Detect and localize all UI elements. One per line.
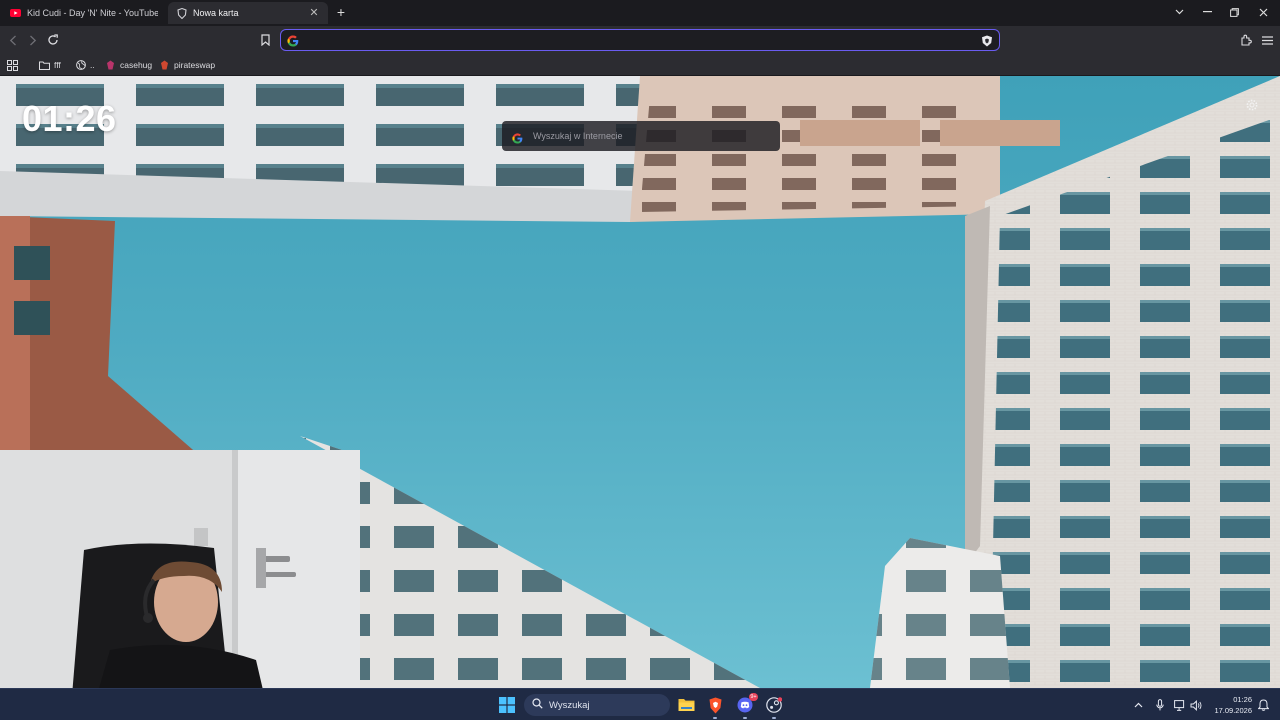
windows-start-icon[interactable] (498, 696, 516, 714)
bookmark-label: pirateswap (174, 60, 216, 70)
bookmarks-bar: fff .. casehug pirateswap (0, 54, 1280, 76)
notification-badge: 9+ (749, 693, 758, 701)
pirateswap-icon (159, 60, 170, 71)
brave-shield-icon (176, 7, 187, 19)
minimize-icon[interactable] (1200, 5, 1214, 19)
google-icon (512, 131, 523, 144)
bookmark-fff[interactable]: fff (39, 58, 61, 72)
brave-browser-icon[interactable] (706, 696, 724, 719)
tab-label: Nowa karta (193, 8, 239, 18)
apps-grid-icon[interactable] (7, 58, 18, 72)
bookmark-label: fff (54, 60, 61, 70)
address-bar[interactable] (280, 29, 1000, 51)
tab-new-tab[interactable]: Nowa karta ✕ (168, 2, 328, 24)
taskbar-search-input[interactable] (549, 699, 681, 711)
taskbar-date: 17.09.2026 (1214, 706, 1252, 715)
clock-widget: 01:26 (22, 98, 117, 139)
search-icon (532, 696, 543, 714)
menu-icon[interactable] (1259, 32, 1275, 48)
close-tab-icon[interactable]: ✕ (308, 7, 320, 19)
running-indicator (772, 717, 776, 719)
bookmark-label: casehug (120, 60, 153, 70)
search-widget[interactable] (502, 121, 780, 151)
casehug-icon (105, 60, 116, 71)
reload-icon[interactable] (45, 32, 61, 48)
tab-youtube[interactable]: Kid Cudi - Day 'N' Nite - YouTube (2, 2, 166, 24)
youtube-icon (10, 8, 21, 19)
tab-label: Kid Cudi - Day 'N' Nite - YouTube (27, 8, 158, 18)
new-tab-button[interactable]: + (334, 5, 348, 19)
webcam-overlay (0, 450, 360, 688)
web-search-input[interactable] (533, 131, 770, 141)
microphone-icon[interactable] (1153, 698, 1167, 712)
taskbar-clock[interactable]: 01:26 17.09.2026 (1206, 694, 1252, 716)
folder-icon (39, 60, 50, 71)
network-icon[interactable] (1173, 698, 1187, 712)
notifications-bell-icon[interactable] (1256, 698, 1270, 712)
gear-icon[interactable] (1246, 98, 1258, 111)
tab-search-chevron-icon[interactable] (1172, 5, 1186, 19)
bookmark-pirateswap[interactable]: pirateswap (159, 58, 215, 72)
bookmark-globe[interactable]: .. (75, 58, 95, 72)
discord-icon[interactable]: 9+ (736, 693, 758, 719)
close-window-icon[interactable] (1256, 5, 1270, 19)
steam-icon[interactable] (765, 696, 783, 719)
address-input[interactable] (305, 34, 981, 46)
chevron-up-icon[interactable] (1131, 698, 1145, 712)
running-indicator (713, 717, 717, 719)
running-indicator (743, 717, 747, 719)
google-icon (287, 34, 299, 47)
globe-icon (75, 60, 86, 71)
bookmark-label: .. (90, 60, 95, 70)
windows-taskbar: 9+ 01:26 17.09.2026 (0, 688, 1280, 720)
tab-strip: Kid Cudi - Day 'N' Nite - YouTube Nowa k… (0, 0, 1280, 26)
brave-shields-icon[interactable] (981, 34, 993, 47)
bookmark-casehug[interactable]: casehug (105, 58, 152, 72)
restore-icon[interactable] (1227, 5, 1241, 19)
taskbar-search[interactable] (524, 694, 681, 716)
webcam-image (0, 450, 360, 688)
back-icon[interactable] (5, 32, 21, 48)
bookmark-icon[interactable] (257, 32, 273, 48)
volume-icon[interactable] (1189, 698, 1203, 712)
new-tab-page: 01:26 (0, 76, 1280, 688)
forward-icon[interactable] (25, 32, 41, 48)
extensions-icon[interactable] (1238, 32, 1254, 48)
browser-toolbar (0, 26, 1280, 54)
file-explorer-icon[interactable] (677, 696, 695, 714)
taskbar-time: 01:26 (1233, 695, 1252, 704)
